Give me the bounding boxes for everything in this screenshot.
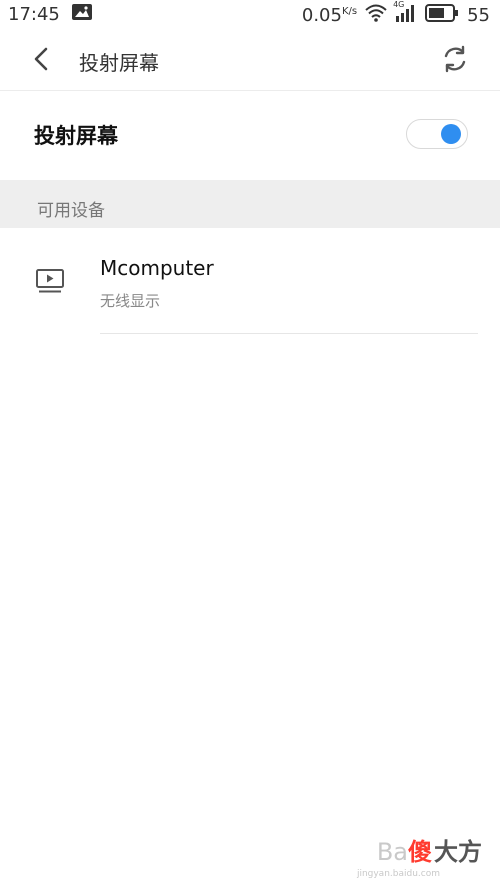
divider bbox=[100, 333, 478, 334]
page-title: 投射屏幕 bbox=[79, 51, 159, 75]
refresh-icon bbox=[440, 44, 470, 78]
toggle-knob bbox=[441, 124, 461, 144]
cast-screen-row[interactable]: 投射屏幕 bbox=[0, 92, 500, 180]
device-list-item[interactable]: Mcomputer 无线显示 bbox=[0, 228, 500, 334]
status-bar-right: 0.05K/s 4G 55 bbox=[301, 0, 490, 27]
cast-screen-toggle[interactable] bbox=[406, 119, 468, 149]
image-icon bbox=[71, 4, 92, 25]
network-speed: 0.05K/s bbox=[301, 5, 358, 26]
device-name: Mcomputer bbox=[100, 256, 214, 280]
status-time: 17:45 bbox=[8, 4, 60, 25]
toolbar: 投射屏幕 bbox=[0, 32, 500, 91]
display-play-icon bbox=[35, 268, 65, 294]
watermark-url: jingyan.baidu.com bbox=[356, 869, 440, 879]
available-devices-header: 可用设备 bbox=[0, 180, 500, 228]
wifi-icon bbox=[365, 4, 387, 27]
battery-level: 55 bbox=[467, 5, 490, 26]
battery-icon bbox=[425, 4, 459, 27]
status-bar-left: 17:45 bbox=[8, 4, 92, 25]
device-type: 无线显示 bbox=[100, 292, 161, 310]
signal-icon: 4G bbox=[393, 0, 417, 27]
chevron-left-icon bbox=[32, 47, 50, 75]
status-bar: 17:45 0.05K/s 4G 55 bbox=[0, 0, 500, 32]
refresh-button[interactable] bbox=[438, 44, 472, 78]
watermark-logo: Ba 傻大方 bbox=[376, 838, 482, 866]
section-title: 可用设备 bbox=[37, 201, 105, 221]
cast-screen-label: 投射屏幕 bbox=[34, 124, 118, 148]
back-button[interactable] bbox=[24, 44, 58, 78]
